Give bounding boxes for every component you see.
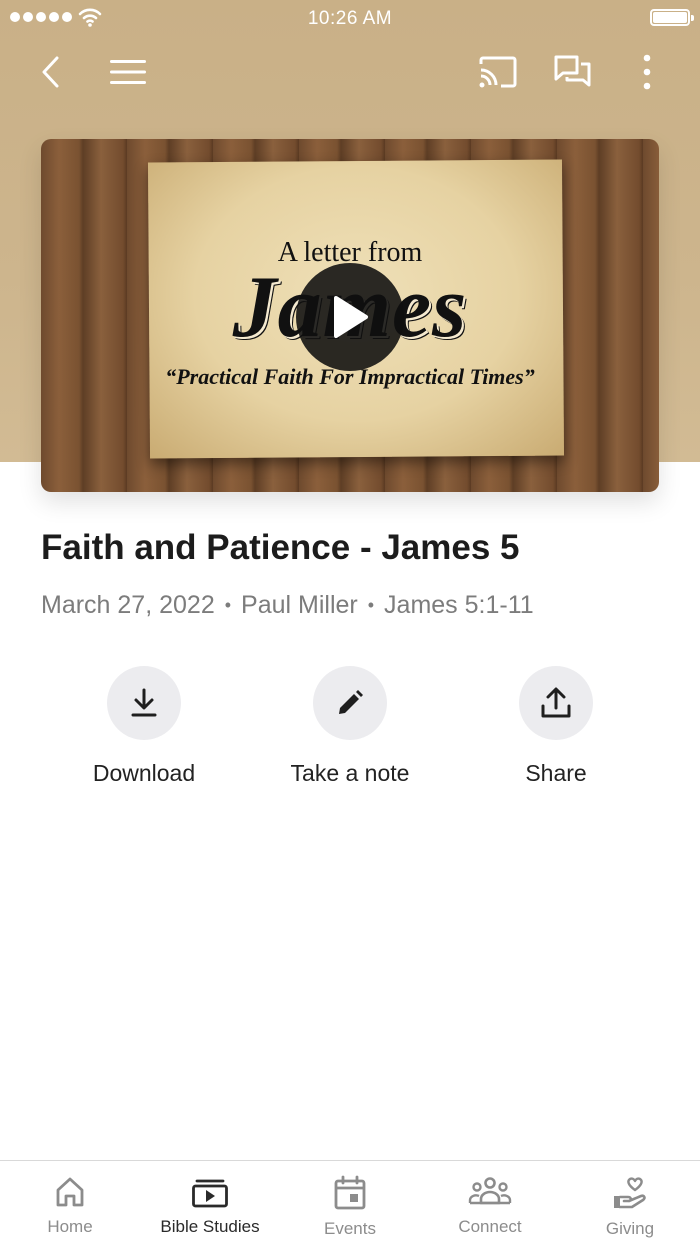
download-button[interactable]: Download (44, 666, 244, 787)
download-icon (131, 688, 157, 717)
take-note-button[interactable]: Take a note (250, 666, 450, 787)
back-button[interactable] (29, 50, 73, 94)
chevron-left-icon (42, 56, 59, 88)
video-player[interactable]: A letter from James “Practical Faith For… (41, 139, 659, 492)
tab-bible-studies[interactable]: Bible Studies (140, 1161, 280, 1244)
download-label: Download (92, 760, 196, 786)
group-icon (468, 1177, 512, 1205)
share-button[interactable]: Share (456, 666, 656, 787)
share-label: Share (525, 760, 587, 786)
tab-connect[interactable]: Connect (420, 1161, 560, 1244)
tab-label: Connect (458, 1217, 522, 1236)
video-library-icon (192, 1179, 228, 1208)
sermon-speaker[interactable]: Paul Miller (241, 591, 358, 620)
tab-bar: Home Bible Studies Events Connect Giving (0, 1160, 700, 1244)
play-icon (334, 296, 368, 338)
tab-label: Bible Studies (160, 1217, 260, 1236)
sermon-date: March 27, 2022 (41, 591, 215, 619)
cast-button[interactable] (476, 50, 520, 94)
calendar-icon (334, 1175, 366, 1210)
play-button[interactable] (296, 263, 404, 371)
share-icon (541, 687, 571, 718)
sermon-passage[interactable]: James 5:1-11 (384, 591, 534, 620)
home-icon (56, 1177, 84, 1207)
separator-dot: • (224, 595, 232, 615)
separator-dot: • (367, 595, 375, 615)
tab-label: Events (324, 1219, 376, 1238)
tab-label: Giving (605, 1219, 655, 1238)
sermon-title: Faith and Patience - James 5 (41, 528, 520, 567)
status-bar: 10:26 AM (0, 0, 700, 36)
sermon-meta: March 27, 2022 • Paul Miller • James 5:1… (41, 591, 534, 620)
chat-icon (554, 55, 591, 87)
more-vertical-icon (643, 54, 651, 90)
tab-label: Home (47, 1217, 93, 1236)
take-note-label: Take a note (290, 760, 410, 786)
giving-hand-icon (614, 1177, 646, 1209)
battery-icon (650, 9, 694, 26)
chat-button[interactable] (551, 50, 595, 94)
pencil-icon (339, 690, 363, 714)
status-time: 10:26 AM (307, 8, 393, 29)
tab-events[interactable]: Events (280, 1161, 420, 1244)
tab-home[interactable]: Home (0, 1161, 140, 1244)
tab-giving[interactable]: Giving (560, 1161, 700, 1244)
menu-button[interactable] (106, 50, 150, 94)
more-button[interactable] (625, 50, 669, 94)
cast-icon (479, 56, 517, 88)
hamburger-icon (110, 60, 146, 84)
